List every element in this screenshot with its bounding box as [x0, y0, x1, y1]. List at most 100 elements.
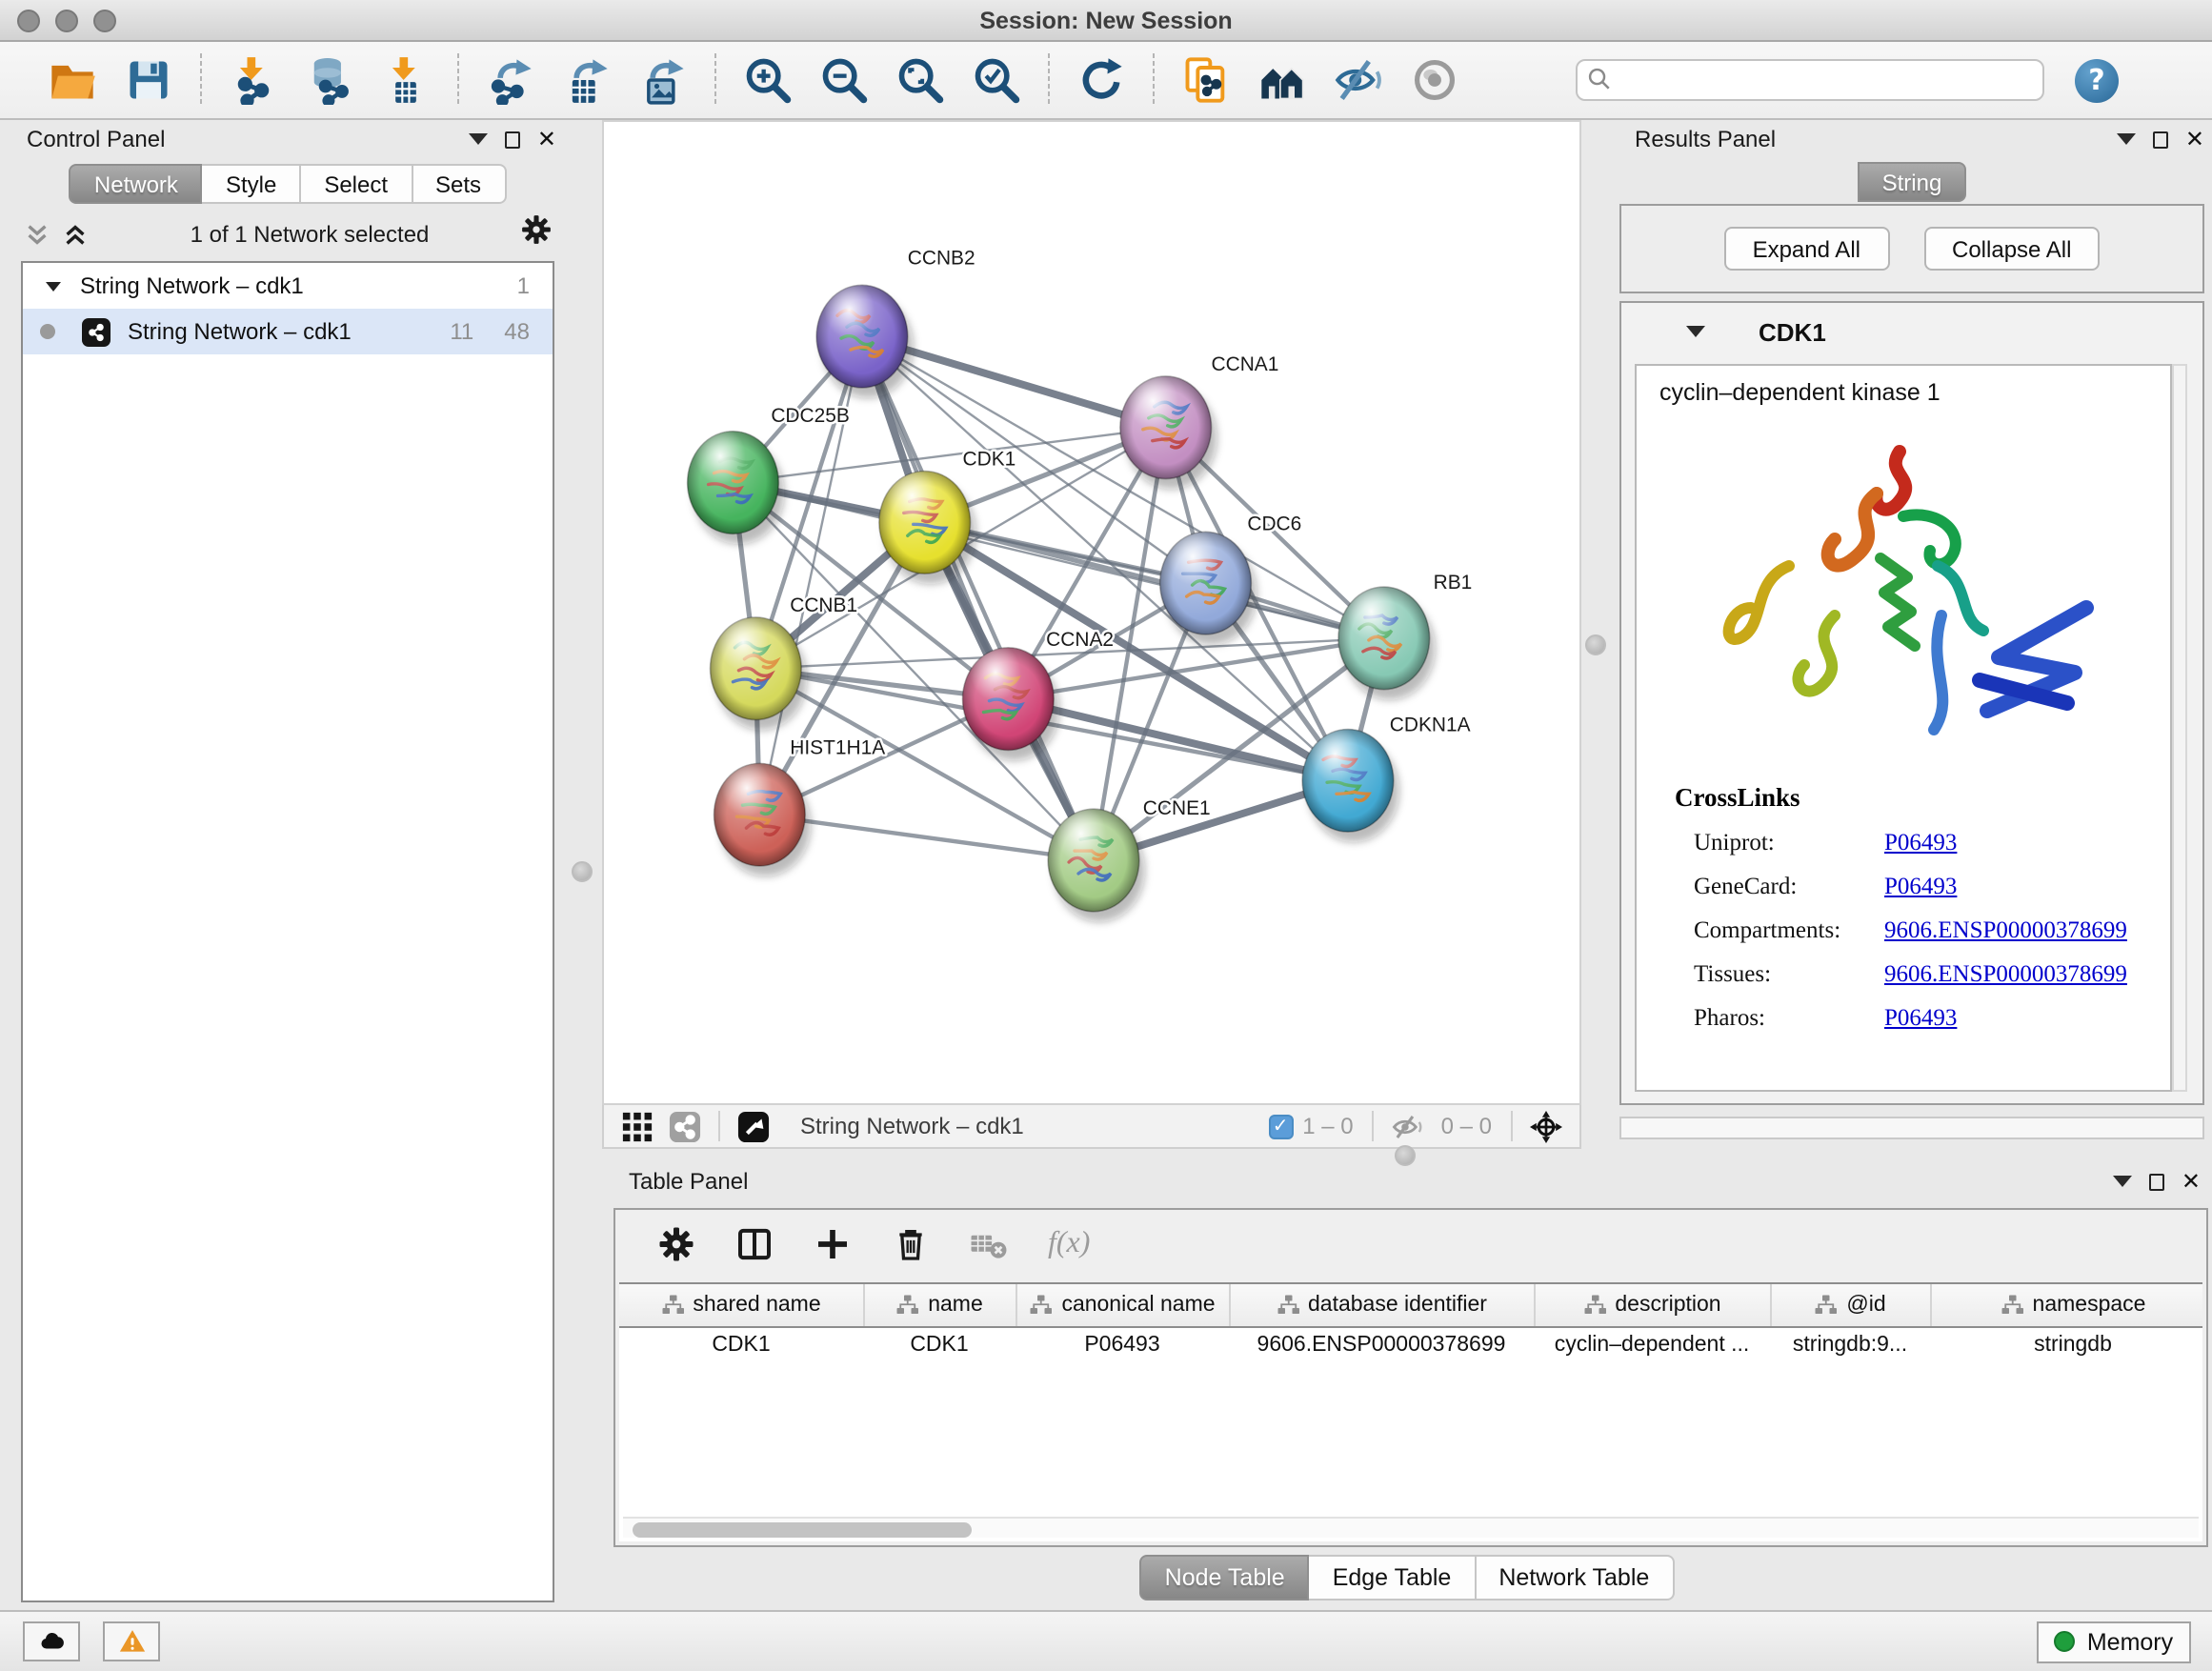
help-button[interactable]: ?	[2075, 58, 2119, 102]
table-cell[interactable]: CDK1	[619, 1326, 863, 1364]
export-table-button[interactable]	[558, 51, 615, 109]
network-edge[interactable]	[925, 522, 1384, 638]
gene-section-header[interactable]: CDK1	[1621, 303, 2202, 360]
tab-node-table[interactable]: Node Table	[1140, 1555, 1310, 1601]
hide-details-button[interactable]	[1330, 51, 1387, 109]
network-collection-row[interactable]: String Network – cdk1 1	[23, 263, 553, 309]
tab-network-table[interactable]: Network Table	[1476, 1555, 1674, 1601]
table-hscrollbar-thumb[interactable]	[633, 1521, 972, 1537]
expand-all-icon[interactable]	[61, 220, 90, 249]
results-float-icon[interactable]	[2153, 131, 2168, 148]
tab-style[interactable]: Style	[203, 164, 301, 204]
zoom-in-button[interactable]	[739, 51, 796, 109]
open-session-button[interactable]	[44, 51, 101, 109]
selected-nodes-checkbox[interactable]: ✓	[1268, 1114, 1293, 1138]
network-options-gear-icon[interactable]	[520, 213, 553, 255]
table-cell[interactable]: CDK1	[863, 1326, 1016, 1364]
network-share-view-icon[interactable]	[669, 1110, 701, 1142]
warnings-button[interactable]	[103, 1621, 160, 1661]
column-header-canonical-name[interactable]: canonical name	[1016, 1284, 1229, 1326]
collapse-all-icon[interactable]	[23, 220, 51, 249]
right-splitter[interactable]	[1581, 120, 1612, 1162]
delete-table-icon[interactable]	[970, 1225, 1008, 1263]
column-header-id[interactable]: @id	[1770, 1284, 1930, 1326]
crosslink-uniprot-link[interactable]: P06493	[1884, 829, 1957, 857]
hidden-eye-icon[interactable]	[1392, 1110, 1424, 1142]
results-scrollbar[interactable]	[2172, 364, 2187, 1092]
new-network-from-selection-button[interactable]	[1177, 51, 1235, 109]
zoom-out-button[interactable]	[815, 51, 873, 109]
network-canvas[interactable]: CCNB2CCNA1CDC25BCDK1CDC6RB1CCNB1CCNA2CDK…	[602, 120, 1581, 1105]
table-float-icon[interactable]	[2149, 1173, 2164, 1190]
table-close-icon[interactable]: ✕	[2182, 1170, 2201, 1193]
table-cell[interactable]: P06493	[1016, 1326, 1229, 1364]
memory-button[interactable]: Memory	[2037, 1621, 2191, 1662]
column-header-namespace[interactable]: namespace	[1930, 1284, 2202, 1326]
pan-crosshair-icon[interactable]	[1530, 1110, 1562, 1142]
table-cell[interactable]: cyclin–dependent ...	[1534, 1326, 1770, 1364]
table-hscrollbar[interactable]	[623, 1517, 2199, 1538]
collapse-all-button[interactable]: Collapse All	[1923, 227, 2100, 271]
birds-eye-view-icon[interactable]	[737, 1110, 770, 1142]
import-table-button[interactable]	[377, 51, 434, 109]
left-splitter-handle[interactable]	[572, 861, 593, 882]
network-row-selected[interactable]: String Network – cdk1 11 48	[23, 309, 553, 354]
network-node-CCNB2[interactable]: CCNB2	[816, 247, 975, 397]
results-close-icon[interactable]: ✕	[2185, 128, 2204, 151]
function-builder-icon[interactable]: f(x)	[1048, 1227, 1090, 1261]
network-node-CDC25B[interactable]: CDC25B	[688, 405, 850, 544]
network-node-CDKN1A[interactable]: CDKN1A	[1302, 715, 1471, 843]
crosslink-genecard-link[interactable]: P06493	[1884, 873, 1957, 901]
tab-select[interactable]: Select	[301, 164, 412, 204]
grid-view-icon[interactable]	[621, 1110, 654, 1142]
panel-float-icon[interactable]	[505, 131, 520, 148]
table-cell[interactable]: stringdb	[1930, 1326, 2202, 1364]
table-cell[interactable]: stringdb:9...	[1770, 1326, 1930, 1364]
search-input[interactable]	[1576, 59, 2044, 101]
tab-sets[interactable]: Sets	[412, 164, 506, 204]
table-menu-icon[interactable]	[2113, 1176, 2132, 1187]
export-image-button[interactable]	[634, 51, 692, 109]
crosslink-pharos-link[interactable]: P06493	[1884, 1004, 1957, 1033]
crosslink-tissues-link[interactable]: 9606.ENSP00000378699	[1884, 960, 2127, 989]
network-node-HIST1H1A[interactable]: HIST1H1A	[714, 736, 886, 876]
column-header-description[interactable]: description	[1534, 1284, 1770, 1326]
import-network-file-button[interactable]	[225, 51, 282, 109]
export-network-button[interactable]	[482, 51, 539, 109]
table-options-gear-icon[interactable]	[657, 1225, 695, 1263]
network-node-CCNE1[interactable]: CCNE1	[1048, 797, 1210, 922]
column-header-database-identifier[interactable]: database identifier	[1229, 1284, 1534, 1326]
network-node-RB1[interactable]: RB1	[1338, 572, 1472, 700]
left-splitter[interactable]	[564, 120, 602, 1606]
network-edge[interactable]	[862, 336, 1094, 860]
zoom-fit-button[interactable]	[892, 51, 949, 109]
import-network-database-button[interactable]	[301, 51, 358, 109]
column-header-name[interactable]: name	[863, 1284, 1016, 1326]
bottom-splitter[interactable]	[602, 1149, 1581, 1162]
panel-menu-icon[interactable]	[469, 133, 488, 145]
zoom-selected-button[interactable]	[968, 51, 1025, 109]
network-node-CCNA1[interactable]: CCNA1	[1120, 353, 1279, 490]
tab-edge-table[interactable]: Edge Table	[1310, 1555, 1477, 1601]
tab-string[interactable]: String	[1858, 162, 1967, 202]
network-node-CCNB1[interactable]: CCNB1	[711, 594, 858, 731]
results-hscroll-track[interactable]	[1619, 1117, 2204, 1139]
table-cell[interactable]: 9606.ENSP00000378699	[1229, 1326, 1534, 1364]
graphics-details-button[interactable]	[1254, 51, 1311, 109]
right-splitter-handle[interactable]	[1585, 634, 1606, 655]
apply-layout-button[interactable]	[1073, 51, 1130, 109]
show-columns-icon[interactable]	[735, 1225, 774, 1263]
gene-expander-icon[interactable]	[1686, 326, 1705, 337]
tab-network[interactable]: Network	[70, 164, 203, 204]
panel-close-icon[interactable]: ✕	[537, 128, 556, 151]
expand-all-button[interactable]: Expand All	[1724, 227, 1889, 271]
results-menu-icon[interactable]	[2117, 133, 2136, 145]
delete-column-icon[interactable]	[892, 1225, 930, 1263]
tree-expander-icon[interactable]	[46, 281, 61, 291]
crosslink-compartments-link[interactable]: 9606.ENSP00000378699	[1884, 916, 2127, 945]
show-details-button[interactable]	[1406, 51, 1463, 109]
save-session-button[interactable]	[120, 51, 177, 109]
add-column-icon[interactable]	[814, 1225, 852, 1263]
cloud-status-button[interactable]	[23, 1621, 80, 1661]
column-header-shared-name[interactable]: shared name	[619, 1284, 863, 1326]
